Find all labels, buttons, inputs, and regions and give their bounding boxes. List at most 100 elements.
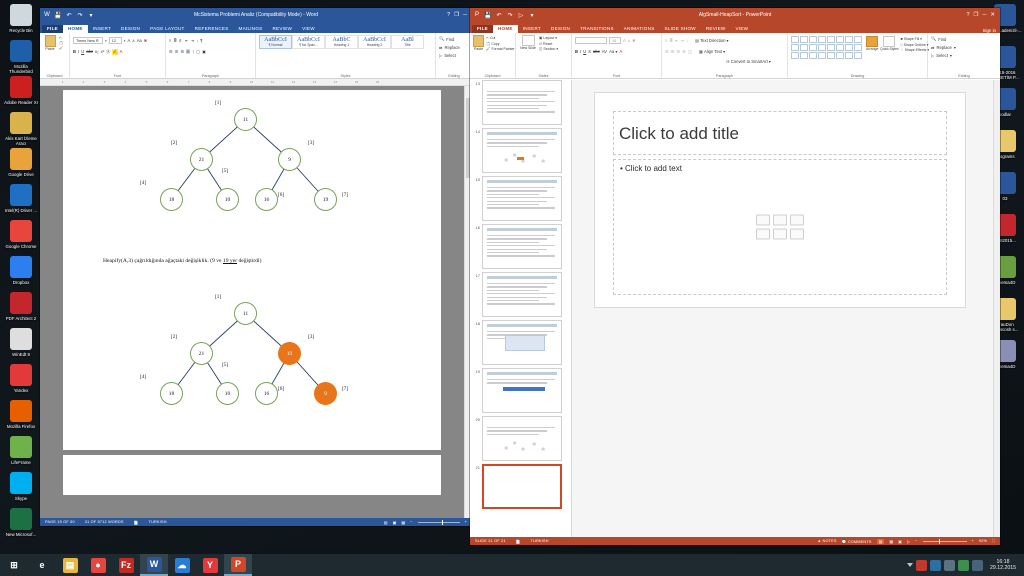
borders-icon[interactable]: ▣ (202, 49, 206, 54)
chrome-button[interactable]: ● (84, 554, 112, 576)
tab-home[interactable]: HOME (62, 25, 88, 33)
word-titlebar[interactable]: W 💾 ↶ ↷ ▾ McSistema Problemi Analiz (Com… (40, 8, 472, 22)
undo-icon[interactable]: ↶ (65, 11, 73, 19)
tab-home[interactable]: HOME (492, 25, 518, 33)
tab-review[interactable]: REVIEW (267, 25, 297, 33)
language-indicator[interactable]: TURKISH (526, 539, 554, 543)
shape-swatch[interactable] (800, 52, 808, 59)
title-placeholder[interactable]: Click to add title (613, 111, 947, 155)
tray-icon-3[interactable] (944, 559, 956, 571)
font-family-input[interactable] (575, 37, 607, 44)
minimize-button[interactable]: ─ (463, 12, 467, 18)
italic-button[interactable]: I (78, 49, 79, 54)
customize-qat-icon[interactable]: ▾ (87, 11, 95, 19)
tray-icon-4[interactable] (958, 559, 970, 571)
zoom-out-button[interactable]: − (410, 520, 412, 524)
find-label[interactable]: Find (938, 37, 946, 42)
ppt-ribbon-tabs[interactable]: FILE HOME INSERT DESIGN TRANSITIONS ANIMATION… (470, 22, 1000, 33)
copy-icon[interactable]: 📋 (59, 41, 63, 45)
italic-button[interactable]: I (580, 49, 581, 54)
replace-icon[interactable]: ⇄ (439, 45, 443, 50)
proofing-icon[interactable]: 📄 (511, 539, 526, 544)
table-icon[interactable] (756, 214, 770, 226)
tab-design[interactable]: DESIGN (546, 25, 575, 33)
help-button[interactable]: ? (966, 12, 969, 18)
picture-icon[interactable] (756, 228, 770, 240)
decrease-indent-icon[interactable]: ⇤ (675, 38, 679, 43)
shape-swatch[interactable] (809, 52, 817, 59)
paste-label[interactable]: Paste (474, 47, 483, 51)
find-label[interactable]: Find (446, 37, 454, 42)
system-tray[interactable]: 16:18 29.12.2015 (907, 559, 1024, 572)
print-layout-icon[interactable]: ▣ (393, 520, 397, 525)
character-spacing-icon[interactable]: AV (602, 49, 607, 54)
tab-insert[interactable]: INSERT (518, 25, 546, 33)
word-count[interactable]: 31 OF 5712 WORDS (80, 520, 129, 524)
align-right-icon[interactable]: ☰ (677, 49, 681, 54)
current-slide[interactable]: Click to add title • Click to add text (594, 92, 966, 308)
grow-font-icon[interactable]: A (623, 38, 626, 43)
word-button[interactable]: W (140, 554, 168, 576)
slide-sorter-icon[interactable]: ▦ (889, 539, 893, 544)
font-family-chevron-icon[interactable]: ▾ (105, 39, 107, 43)
arrange-icon[interactable] (866, 36, 879, 47)
zoom-in-button[interactable]: + (465, 520, 467, 524)
smartart-icon[interactable] (790, 214, 804, 226)
slide-thumbnail-preview[interactable] (482, 272, 562, 317)
convert-smartart-button[interactable]: ☷ Convert to SmartArt ▾ (726, 59, 771, 64)
slide-thumbnail-pane[interactable]: 13 14 15 16 17 18 19 20 21 (470, 80, 572, 537)
change-case-icon[interactable]: Aa (137, 38, 142, 43)
shape-swatch[interactable] (800, 44, 808, 51)
desktop-icon-intel-driver-icon[interactable]: Intel(R) Driver ... (2, 184, 40, 213)
slide-thumbnail-item[interactable]: 17 (474, 272, 571, 317)
normal-view-icon[interactable]: ▤ (876, 538, 885, 544)
desktop-icon-firefox-icon[interactable]: Mozilla Firefox (2, 400, 40, 429)
copy-button[interactable]: 📋 Copy (486, 42, 515, 46)
style--normal[interactable]: AaBbCcI ¶ Normal (259, 35, 292, 49)
tab-file[interactable]: FILE (472, 25, 493, 33)
shape-swatch[interactable] (845, 52, 853, 59)
document-page[interactable]: 11 [1] 21 [2] 9 [3] 18 [4] 10 [5] 16 [6] 19 [7] Heapi… (63, 90, 441, 450)
taskbar[interactable]: ⊞ e ▤ ● Fz W ☁ Y P 16:18 29.12.2015 (0, 554, 1024, 576)
shape-swatch[interactable] (818, 52, 826, 59)
bold-button[interactable]: B (575, 49, 578, 54)
underline-button[interactable]: U (81, 49, 84, 54)
layout-button[interactable]: ▣ Layout ▾ (539, 36, 558, 40)
change-case-icon[interactable]: Aa ▾ (609, 49, 617, 54)
tab-view[interactable]: VIEW (730, 25, 753, 33)
slide-thumbnail-item[interactable]: 19 (474, 368, 571, 413)
content-placeholder[interactable]: • Click to add text (613, 159, 947, 295)
help-button[interactable]: ? (447, 12, 450, 18)
section-button[interactable]: ◫ Section ▾ (539, 47, 558, 51)
shrink-font-icon[interactable]: A (132, 39, 134, 43)
yandex-button[interactable]: Y (196, 554, 224, 576)
shape-swatch[interactable] (809, 36, 817, 43)
tab-transitions[interactable]: TRANSITIONS (575, 25, 619, 33)
desktop-icon-thunderbird-icon[interactable]: Mozilla Thunderbird (2, 40, 40, 75)
shape-swatch[interactable] (854, 36, 862, 43)
justify-icon[interactable]: ☰ (186, 49, 191, 54)
replace-label[interactable]: Replace (937, 45, 952, 50)
shape-swatch[interactable] (827, 52, 835, 59)
decrease-indent-icon[interactable]: ⇤ (185, 38, 189, 43)
font-color-icon[interactable]: A (120, 49, 123, 54)
paste-icon[interactable] (44, 35, 56, 47)
desktop-icon-yandex-icon[interactable]: Yandex (2, 364, 40, 393)
shape-swatch[interactable] (845, 36, 853, 43)
desktop-icon-dropbox-icon[interactable]: Dropbox (2, 256, 40, 285)
ppt-ribbon[interactable]: Paste ✂ Cut 📋 Copy 🖌 Format Painter Clip… (470, 33, 1000, 79)
strikethrough-button[interactable]: abc (593, 49, 600, 54)
tab-page-layout[interactable]: PAGE LAYOUT (145, 25, 190, 33)
bullets-icon[interactable]: ≡ (665, 38, 667, 43)
find-icon[interactable]: 🔍 (931, 36, 936, 42)
style-heading-1[interactable]: AaBbC Heading 1 (325, 35, 358, 49)
slide-thumbnail-preview[interactable] (482, 416, 562, 461)
numbering-icon[interactable]: ≣ (669, 38, 673, 43)
grow-font-icon[interactable]: A (128, 38, 131, 43)
clock[interactable]: 16:18 29.12.2015 (986, 559, 1020, 572)
shape-swatch[interactable] (827, 44, 835, 51)
ppt-vertical-scrollbar[interactable] (993, 80, 1000, 537)
ppt-titlebar[interactable]: P 💾 ↶ ↷ ▷ ▾ AlgSmall-HeapSort - PowerPoi… (470, 8, 1000, 22)
start-button[interactable]: ⊞ (0, 554, 28, 576)
font-size-input[interactable]: 12 (108, 37, 122, 44)
